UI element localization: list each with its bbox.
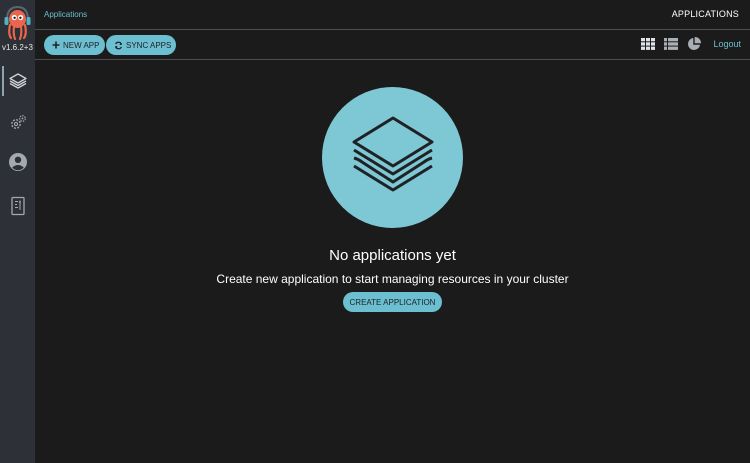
page-title: APPLICATIONS xyxy=(671,9,739,19)
sidebar-item-documentation[interactable] xyxy=(0,189,35,223)
argo-logo[interactable] xyxy=(3,4,32,41)
empty-state-subtitle: Create new application to start managing… xyxy=(216,272,569,286)
layers-icon xyxy=(348,114,438,201)
sidebar: v1.6.2+3 xyxy=(0,0,35,463)
empty-state-illustration xyxy=(322,87,463,228)
applications-icon xyxy=(8,72,28,90)
empty-state-title: No applications yet xyxy=(329,247,456,264)
new-app-button[interactable]: NEW APP xyxy=(44,35,105,55)
sidebar-item-settings[interactable] xyxy=(0,106,35,140)
list-view-icon[interactable] xyxy=(664,37,678,51)
plus-icon xyxy=(52,41,60,49)
settings-icon xyxy=(8,113,28,133)
documentation-icon xyxy=(10,196,26,216)
user-info-icon xyxy=(8,152,28,172)
summary-view-icon[interactable] xyxy=(687,37,701,51)
create-application-button[interactable]: CREATE APPLICATION xyxy=(343,292,442,312)
tiles-view-icon[interactable] xyxy=(641,37,655,51)
version-label: v1.6.2+3 xyxy=(2,43,33,52)
sync-icon xyxy=(114,41,123,50)
sync-apps-label: SYNC APPS xyxy=(126,40,172,50)
new-app-label: NEW APP xyxy=(63,40,100,50)
sync-apps-button[interactable]: SYNC APPS xyxy=(106,35,176,55)
toolbar-divider xyxy=(35,59,750,60)
logout-link[interactable]: Logout xyxy=(713,39,741,49)
sidebar-item-user-info[interactable] xyxy=(0,145,35,179)
toolbar: NEW APP SYNC APPS Logout xyxy=(35,30,750,59)
breadcrumb[interactable]: Applications xyxy=(44,10,87,19)
sidebar-item-applications[interactable] xyxy=(0,64,35,98)
top-bar: Applications APPLICATIONS xyxy=(35,0,750,29)
